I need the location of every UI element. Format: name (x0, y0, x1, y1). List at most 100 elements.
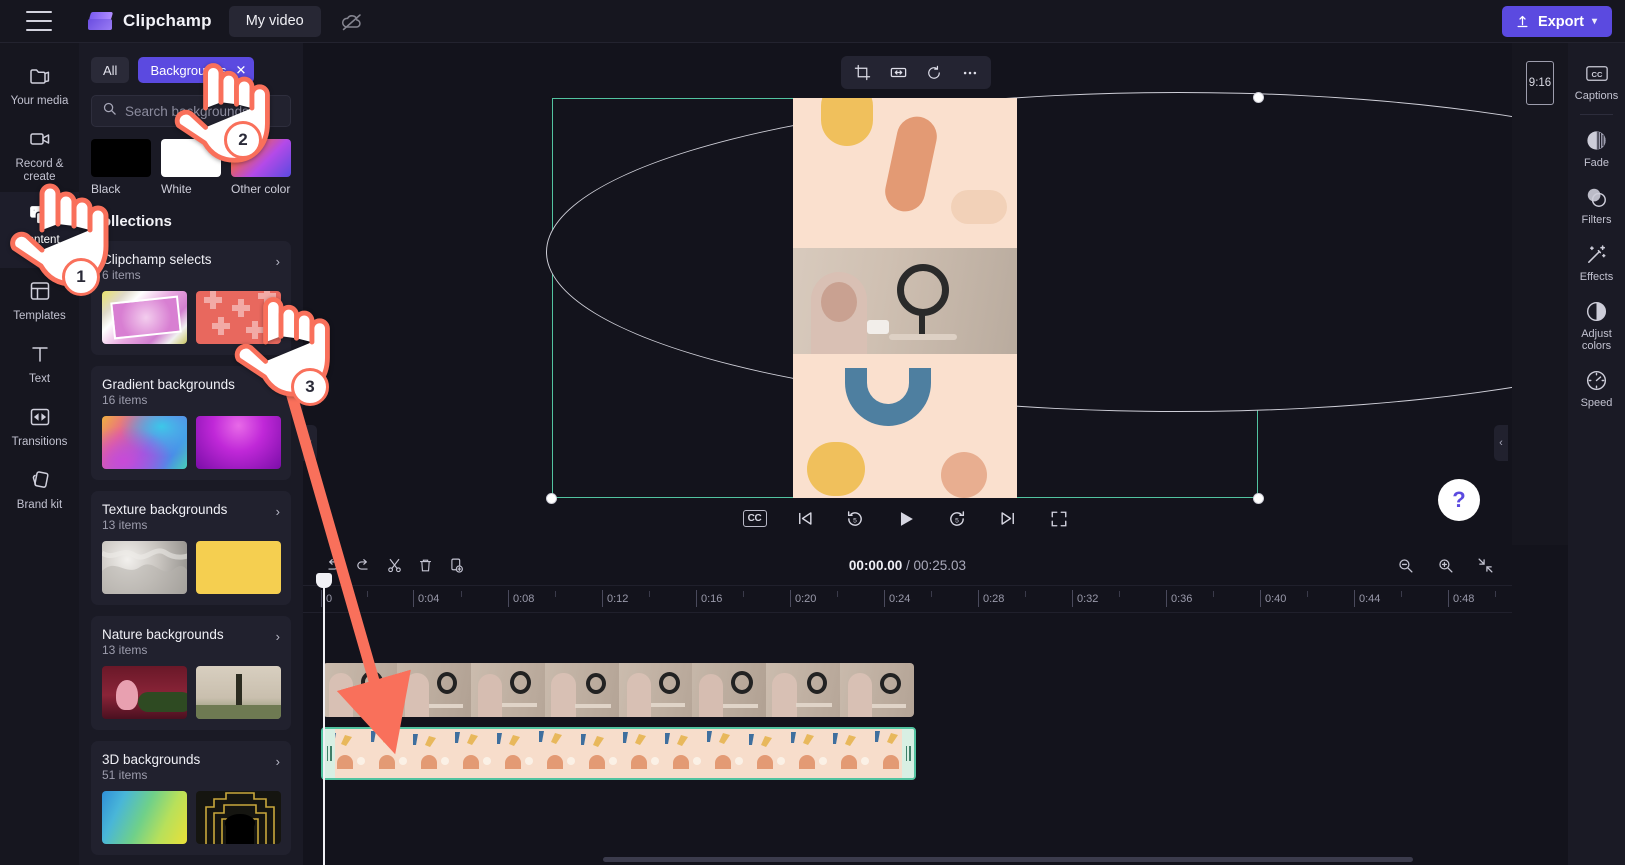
text-icon (27, 341, 53, 367)
redo-icon[interactable] (348, 550, 378, 580)
collection-thumbnail[interactable] (102, 416, 187, 469)
zoom-in-icon[interactable] (1430, 550, 1460, 580)
ruler-tick: 0:32 (1072, 590, 1098, 607)
tool-adjust-colors[interactable]: Adjust colors (1568, 290, 1625, 359)
more-options-icon[interactable] (957, 60, 983, 86)
tool-captions[interactable]: CC Captions (1568, 52, 1625, 109)
sidebar-item-record-create[interactable]: Record & create (0, 116, 79, 192)
project-name-chip[interactable]: My video (228, 5, 321, 37)
fit-timeline-icon[interactable] (1470, 550, 1500, 580)
collection-nature-backgrounds[interactable]: Nature backgrounds 13 items › (91, 616, 291, 730)
panel-collapse-button[interactable]: ‹ (303, 425, 317, 461)
swatch-black[interactable]: Black (91, 139, 151, 196)
skip-next-icon[interactable] (995, 505, 1022, 532)
collection-title: Nature backgrounds (102, 627, 224, 642)
tool-filters[interactable]: Filters (1568, 176, 1625, 233)
fullscreen-icon[interactable] (1046, 505, 1073, 532)
brand-kit-icon (27, 467, 53, 493)
collection-texture-backgrounds[interactable]: Texture backgrounds 13 items › (91, 491, 291, 605)
app-title: Clipchamp (123, 11, 212, 30)
split-scissors-icon[interactable] (379, 550, 409, 580)
forward-5-icon[interactable]: 5 (944, 505, 971, 532)
resize-handle-top-right[interactable] (1253, 92, 1264, 103)
delete-trash-icon[interactable] (410, 550, 440, 580)
sidebar-item-text[interactable]: Text (0, 331, 79, 394)
close-icon[interactable]: ✕ (235, 64, 246, 77)
sidebar-item-content-library[interactable]: Content library (0, 192, 79, 268)
collection-thumbnail[interactable] (196, 291, 281, 344)
stage-collapse-button[interactable]: ‹ (1494, 425, 1508, 461)
chevron-right-icon[interactable]: › (276, 254, 280, 269)
timeline-ruler[interactable]: 0 0:04 0:08 0:12 0:16 0:20 0:24 0:28 0:3… (303, 586, 1512, 613)
timeline-horizontal-scrollbar[interactable] (603, 857, 1413, 862)
duplicate-icon[interactable] (441, 550, 471, 580)
collection-clipchamp-selects[interactable]: Clipchamp selects 6 items › (91, 241, 291, 355)
step-badge-1: 1 (62, 258, 100, 296)
filter-chip-all[interactable]: All (91, 57, 130, 83)
sidebar-item-transitions[interactable]: Transitions (0, 394, 79, 457)
collection-thumbnail[interactable] (196, 666, 281, 719)
collection-thumbnail[interactable] (196, 791, 281, 844)
filter-chip-row: All Backgrounds ✕ (91, 57, 291, 83)
collection-3d-backgrounds[interactable]: 3D backgrounds 51 items › (91, 741, 291, 855)
content-library-panel: All Backgrounds ✕ Black (79, 43, 303, 865)
fit-to-frame-icon[interactable] (885, 60, 911, 86)
clipchamp-logo-icon (88, 10, 114, 32)
playhead[interactable] (316, 573, 332, 865)
crop-icon[interactable] (849, 60, 875, 86)
transitions-icon (27, 404, 53, 430)
total-time: 00:25.03 (913, 557, 967, 573)
collection-count: 16 items (102, 393, 148, 407)
swatch-white[interactable]: White (161, 139, 221, 196)
filter-chip-backgrounds[interactable]: Backgrounds ✕ (138, 57, 255, 83)
timeline-clip-video[interactable] (323, 663, 914, 717)
collection-thumbnail[interactable] (102, 541, 187, 594)
captions-cc-icon[interactable]: CC (742, 510, 767, 527)
tool-fade[interactable]: Fade (1568, 119, 1625, 176)
swatch-label: Black (91, 182, 121, 196)
sidebar-item-label: Content library (19, 234, 60, 259)
timeline-clip-background[interactable] (321, 727, 916, 780)
tool-speed[interactable]: Speed (1568, 359, 1625, 416)
ruler-tick: 0:24 (884, 590, 910, 607)
chevron-right-icon[interactable]: › (276, 629, 280, 644)
sidebar-item-your-media[interactable]: Your media (0, 53, 79, 116)
playhead-knob[interactable] (316, 573, 332, 588)
ruler-tick: 0:44 (1354, 590, 1380, 607)
search-input[interactable] (125, 103, 302, 119)
hamburger-menu-icon[interactable] (26, 11, 52, 31)
help-button[interactable]: ? (1438, 479, 1480, 521)
zoom-out-icon[interactable] (1390, 550, 1420, 580)
tool-label: Fade (1583, 157, 1610, 169)
rewind-5-icon[interactable]: 5 (842, 505, 869, 532)
canvas-selection[interactable] (546, 92, 1625, 504)
collection-thumbnail[interactable] (196, 416, 281, 469)
chevron-right-icon[interactable]: › (276, 504, 280, 519)
ruler-tick: 0:28 (978, 590, 1004, 607)
collection-count: 51 items (102, 768, 148, 782)
collection-thumbnail[interactable] (102, 666, 187, 719)
search-bar[interactable] (91, 95, 302, 127)
collection-count: 6 items (102, 268, 141, 282)
collection-thumbnail[interactable] (102, 291, 187, 344)
sidebar-item-brand-kit[interactable]: Brand kit (0, 457, 79, 520)
aspect-ratio-badge[interactable]: 9:16 (1526, 61, 1554, 105)
rotate-icon[interactable] (921, 60, 947, 86)
chevron-right-icon[interactable]: › (276, 379, 280, 394)
filters-icon (1585, 185, 1609, 209)
collection-thumbnail[interactable] (196, 541, 281, 594)
play-button[interactable] (893, 505, 920, 532)
collection-thumbnail[interactable] (102, 791, 187, 844)
trim-handle-right[interactable] (902, 729, 914, 778)
ruler-tick: 0:12 (602, 590, 628, 607)
divider (1580, 114, 1613, 115)
resize-handle-bottom-right[interactable] (1253, 493, 1264, 504)
cloud-offline-icon[interactable] (339, 8, 365, 34)
filter-chip-label: Backgrounds (150, 62, 227, 78)
resize-handle-bottom-left[interactable] (546, 493, 557, 504)
export-button[interactable]: Export ▾ (1502, 6, 1612, 37)
tool-effects[interactable]: Effects (1568, 233, 1625, 290)
chevron-right-icon[interactable]: › (276, 754, 280, 769)
collection-gradient-backgrounds[interactable]: Gradient backgrounds 16 items › (91, 366, 291, 480)
skip-previous-icon[interactable] (791, 505, 818, 532)
